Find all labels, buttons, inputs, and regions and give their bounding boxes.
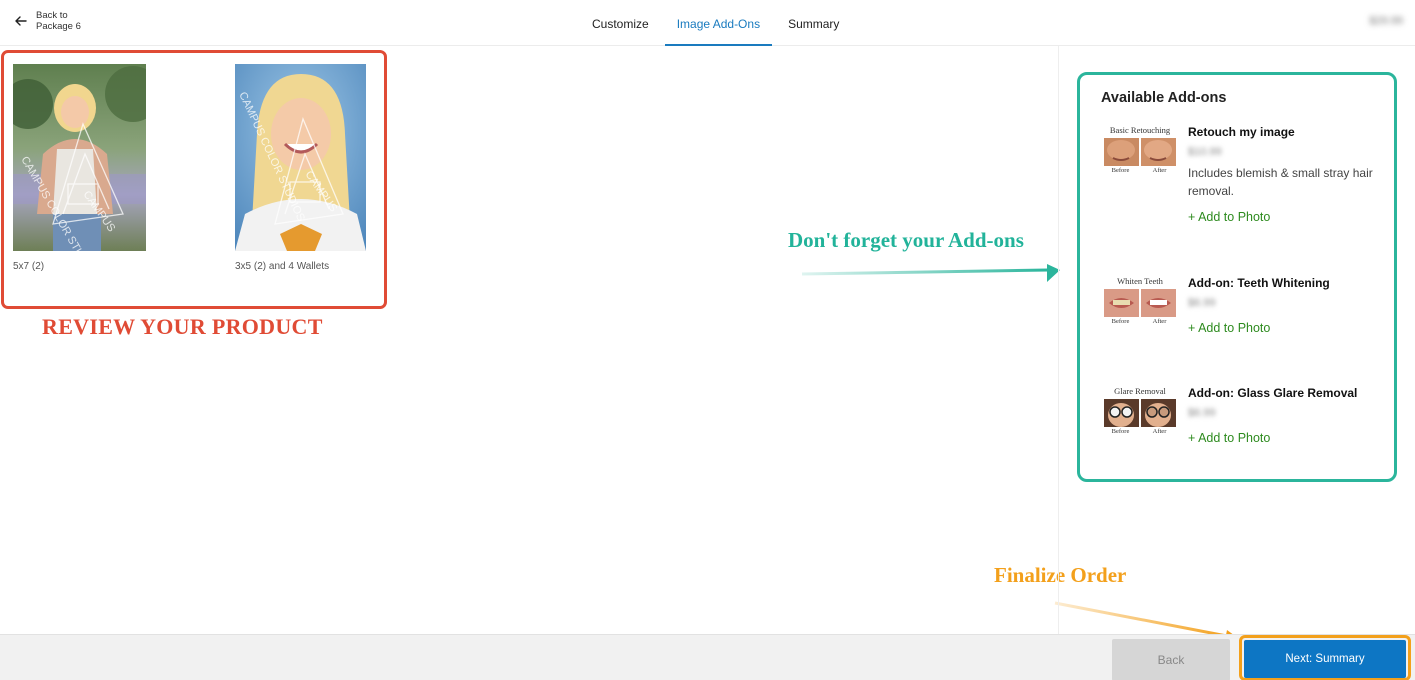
- product-photo-5x7: CAMPUS COLOR STUDIOS CAMPUS: [13, 64, 146, 251]
- next-button-highlight: Next: Summary: [1239, 635, 1411, 680]
- add-to-photo-link[interactable]: + Add to Photo: [1188, 321, 1388, 335]
- add-on-name: Add-on: Glass Glare Removal: [1188, 386, 1358, 400]
- arrow-left-icon: [15, 16, 27, 26]
- tab-customize[interactable]: Customize: [580, 0, 661, 46]
- thumbnail-label: Whiten Teeth: [1117, 276, 1163, 286]
- after-glasses-image: [1141, 399, 1176, 427]
- add-on-description: Includes blemish & small stray hair remo…: [1188, 166, 1373, 198]
- add-on-name: Add-on: Teeth Whitening: [1188, 276, 1330, 290]
- before-label: Before: [1111, 167, 1130, 174]
- back-to-package-link[interactable]: Back to Package 6: [14, 10, 81, 32]
- tab-summary[interactable]: Summary: [776, 0, 851, 46]
- tab-image-add-ons[interactable]: Image Add-Ons: [664, 0, 773, 46]
- add-on-item-teeth-whitening: Whiten Teeth Before After Add-on: Teeth W…: [1102, 276, 1392, 376]
- add-to-photo-link[interactable]: + Add to Photo: [1188, 431, 1388, 445]
- total-price: $29.99: [1369, 15, 1403, 27]
- add-on-name: Retouch my image: [1188, 125, 1295, 139]
- add-on-price: $6.99: [1188, 297, 1216, 309]
- product-caption: 3x5 (2) and 4 Wallets: [235, 261, 330, 272]
- retouch-thumbnail: Basic Retouching Before After: [1102, 125, 1178, 174]
- add-on-item-glare-removal: Glare Removal Before After Add-on: Glass …: [1102, 386, 1392, 476]
- step-tabs: Customize Image Add-Ons Summary: [580, 0, 855, 46]
- after-face-image: [1141, 138, 1176, 166]
- watermark-logo: CAMPUS COLOR STUDIOS CAMPUS: [236, 90, 344, 225]
- teal-arrow-icon: [801, 264, 1060, 282]
- watermark-text: CAMPUS COLOR STUDIOS: [236, 90, 307, 223]
- glare-removal-thumbnail: Glare Removal Before After: [1102, 386, 1178, 435]
- teeth-whitening-thumbnail: Whiten Teeth Before After: [1102, 276, 1178, 325]
- before-glasses-image: [1104, 399, 1139, 427]
- product-card[interactable]: CAMPUS COLOR STUDIOS CAMPUS 5x7 (2): [13, 64, 146, 272]
- before-teeth-image: [1104, 289, 1139, 317]
- finalize-order-annotation: Finalize Order: [994, 563, 1127, 587]
- add-to-photo-link[interactable]: + Add to Photo: [1188, 210, 1388, 224]
- review-product-annotation: REVIEW YOUR PRODUCT: [42, 314, 323, 339]
- thumbnail-label: Basic Retouching: [1109, 125, 1171, 135]
- after-label: After: [1152, 428, 1167, 435]
- add-ons-title: Available Add-ons: [1101, 90, 1227, 106]
- add-on-price: $6.99: [1188, 407, 1216, 419]
- add-on-price: $10.99: [1188, 146, 1222, 158]
- back-button[interactable]: Back: [1112, 639, 1230, 680]
- after-label: After: [1152, 318, 1167, 325]
- footer-bar: Back Next: Summary: [0, 634, 1415, 680]
- before-label: Before: [1111, 428, 1130, 435]
- watermark-logo: CAMPUS COLOR STUDIOS CAMPUS: [18, 122, 124, 251]
- product-caption: 5x7 (2): [13, 261, 45, 272]
- next-summary-button[interactable]: Next: Summary: [1244, 640, 1406, 678]
- back-link-line2: Package 6: [36, 21, 81, 32]
- addons-reminder-annotation: Don't forget your Add-ons: [788, 228, 1024, 252]
- before-face-image: [1104, 138, 1139, 166]
- thumbnail-label: Glare Removal: [1114, 386, 1166, 396]
- product-photo-3x5: CAMPUS COLOR STUDIOS CAMPUS: [235, 64, 366, 251]
- back-link-line1: Back to: [36, 10, 68, 21]
- after-label: After: [1152, 167, 1167, 174]
- product-card[interactable]: CAMPUS COLOR STUDIOS CAMPUS 3x5 (2) and …: [235, 64, 366, 272]
- svg-text:CAMPUS: CAMPUS: [81, 189, 118, 234]
- back-link-text: Back to Package 6: [36, 10, 81, 32]
- panel-divider: [1058, 46, 1059, 634]
- before-label: Before: [1111, 318, 1130, 325]
- product-review-highlight: CAMPUS COLOR STUDIOS CAMPUS 5x7 (2) CAMP…: [1, 50, 387, 309]
- available-add-ons-panel: Available Add-ons Basic Retouching Befor…: [1077, 72, 1397, 482]
- top-nav-bar: Back to Package 6 Customize Image Add-On…: [0, 0, 1415, 46]
- add-on-item-retouch: Basic Retouching Before After Retouch my …: [1102, 125, 1392, 265]
- after-teeth-image: [1141, 289, 1176, 317]
